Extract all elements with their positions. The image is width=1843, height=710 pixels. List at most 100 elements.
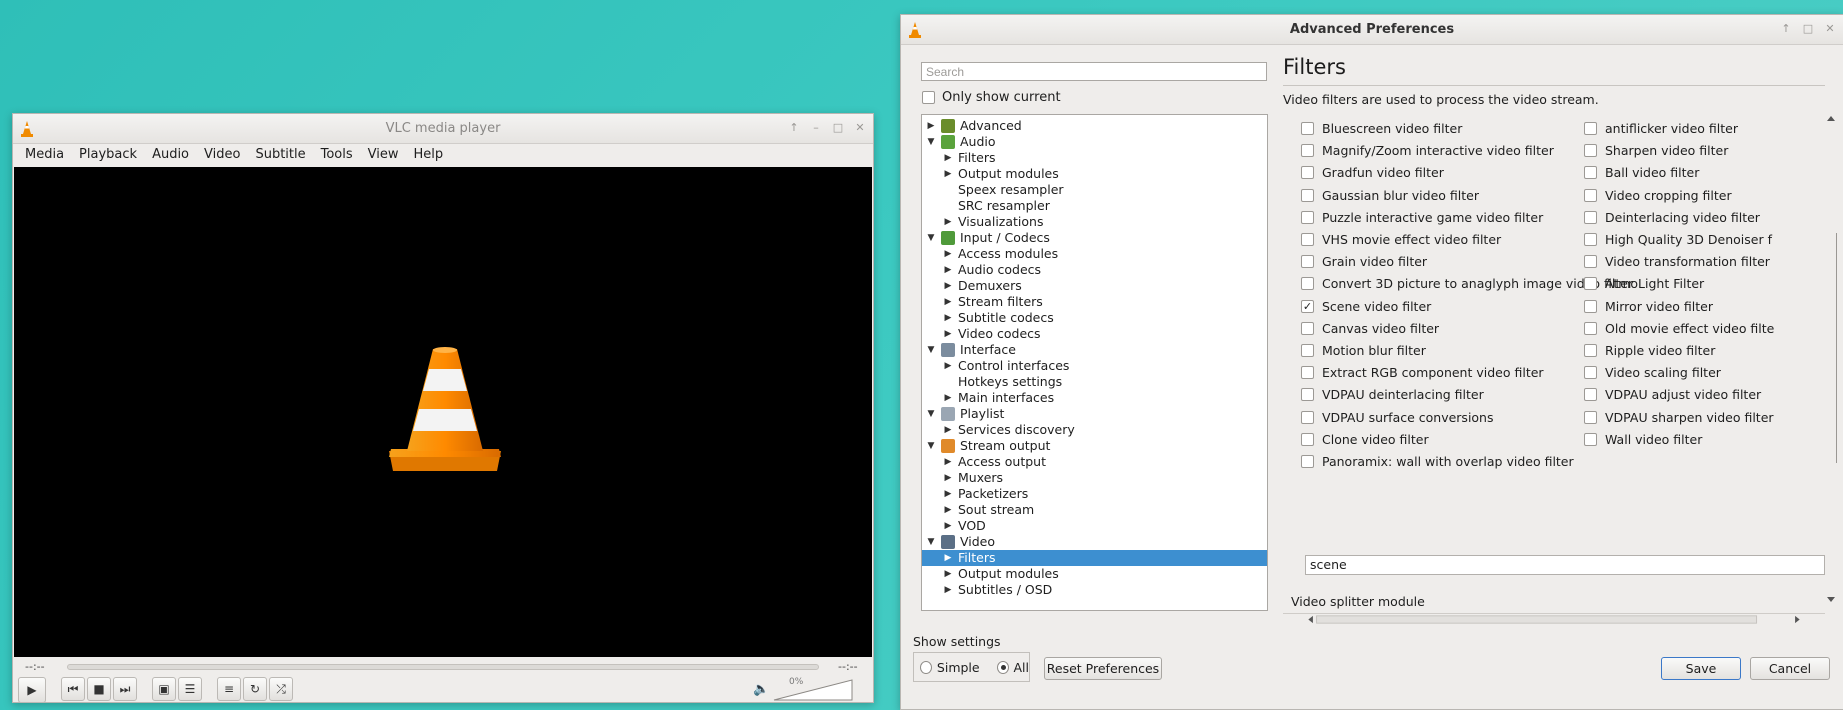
checkbox[interactable] [1584,410,1597,424]
expanded-arrow-icon[interactable]: ▼ [926,438,936,454]
checkbox[interactable] [1301,432,1314,446]
tree-item[interactable]: ▶ Services discovery [922,422,1267,438]
seek-slider[interactable] [67,664,819,670]
extended-settings-button[interactable]: ☰ [178,677,202,701]
preferences-tree[interactable]: ▶ Advanced ▼ Audio ▶ Filters ▶ Output modules Sp… [921,114,1268,611]
keep-above-icon[interactable]: ↑ [1779,22,1793,36]
keep-above-icon[interactable]: ↑ [787,121,801,135]
checkbox[interactable] [1584,277,1597,291]
filter-checkbox-row[interactable]: Canvas video filter [1301,321,1439,336]
filter-checkbox-row[interactable]: antiflicker video filter [1584,121,1738,136]
filter-checkbox-row[interactable]: Ripple video filter [1584,343,1715,358]
loop-button[interactable]: ↻ [243,677,267,701]
checkbox[interactable] [1301,255,1314,269]
all-radio[interactable] [996,660,1009,674]
save-button[interactable]: Save [1661,657,1741,680]
filter-checkbox-row[interactable]: VDPAU sharpen video filter [1584,410,1774,425]
tree-item[interactable]: ▶ VOD [922,518,1267,534]
collapsed-arrow-icon[interactable]: ▶ [943,454,953,470]
expanded-arrow-icon[interactable]: ▼ [926,230,936,246]
tree-item[interactable]: ▶ Stream filters [922,294,1267,310]
tree-item[interactable]: ▶ Access modules [922,246,1267,262]
collapsed-arrow-icon[interactable]: ▶ [943,294,953,310]
collapsed-arrow-icon[interactable]: ▶ [943,486,953,502]
maximize-icon[interactable]: □ [1801,22,1815,36]
next-button[interactable]: ⏭ [113,677,137,701]
checkbox[interactable] [1584,233,1597,246]
search-input[interactable] [921,62,1267,81]
checkbox[interactable] [1301,366,1314,380]
stop-button[interactable]: ■ [87,677,111,701]
checkbox[interactable] [1301,277,1314,291]
checkbox[interactable] [1584,188,1597,202]
checkbox[interactable] [1584,321,1597,335]
filter-checkbox-row[interactable]: Clone video filter [1301,432,1429,447]
checkbox[interactable] [1301,233,1314,246]
filter-checkbox-row[interactable]: Bluescreen video filter [1301,121,1462,136]
tree-item[interactable]: ▼ Video [922,534,1267,550]
filter-checkbox-row[interactable]: Video cropping filter [1584,188,1732,203]
video-area[interactable] [14,167,872,657]
shuffle-button[interactable]: ⤮ [269,677,293,701]
collapsed-arrow-icon[interactable]: ▶ [943,246,953,262]
filter-checkbox-row[interactable]: Magnify/Zoom interactive video filter [1301,143,1554,158]
play-button[interactable]: ▶ [18,677,46,703]
tree-item[interactable]: ▶ Visualizations [922,214,1267,230]
filter-checkbox-row[interactable]: High Quality 3D Denoiser f [1584,232,1772,247]
collapsed-arrow-icon[interactable]: ▶ [943,518,953,534]
menu-view[interactable]: View [359,144,405,166]
expanded-arrow-icon[interactable]: ▼ [926,134,936,150]
filter-checkbox-row[interactable]: VHS movie effect video filter [1301,232,1501,247]
expanded-arrow-icon[interactable]: ▼ [926,406,936,422]
tree-item[interactable]: Speex resampler [922,182,1267,198]
menu-audio[interactable]: Audio [143,144,195,166]
checkbox[interactable] [1584,122,1597,135]
tree-item[interactable]: ▶ Video codecs [922,326,1267,342]
checkbox[interactable] [922,91,935,104]
filter-checkbox-row[interactable]: VDPAU surface conversions [1301,410,1494,425]
checkbox[interactable] [1584,210,1597,224]
collapsed-arrow-icon[interactable]: ▶ [943,326,953,342]
reset-preferences-button[interactable]: Reset Preferences [1044,657,1162,680]
filter-checkbox-row[interactable]: AtmoLight Filter [1584,276,1704,291]
tree-item[interactable]: ▼ Playlist [922,406,1267,422]
checkbox[interactable] [1584,344,1597,357]
vlc-titlebar[interactable]: VLC media player ↑ – □ ✕ [13,114,873,144]
checkbox[interactable] [1584,366,1597,380]
collapsed-arrow-icon[interactable]: ▶ [943,150,953,166]
prefs-titlebar[interactable]: Advanced Preferences ↑ □ ✕ [901,15,1843,45]
tree-item[interactable]: ▼ Stream output [922,438,1267,454]
tree-item[interactable]: ▶ Main interfaces [922,390,1267,406]
checkbox[interactable] [1301,188,1314,202]
tree-item[interactable]: ▶ Sout stream [922,502,1267,518]
menu-video[interactable]: Video [195,144,246,166]
horizontal-scrollbar[interactable] [1283,613,1825,625]
tree-item[interactable]: ▶ Output modules [922,566,1267,582]
tree-item[interactable]: ▶ Output modules [922,166,1267,182]
menu-playback[interactable]: Playback [70,144,143,166]
tree-item[interactable]: ▶ Packetizers [922,486,1267,502]
tree-item[interactable]: ▶ Control interfaces [922,358,1267,374]
filter-checkbox-row[interactable]: Old movie effect video filte [1584,321,1774,336]
tree-item[interactable]: ▶ Subtitle codecs [922,310,1267,326]
collapsed-arrow-icon[interactable]: ▶ [943,310,953,326]
tree-item[interactable]: Hotkeys settings [922,374,1267,390]
checkbox[interactable] [1301,455,1314,468]
filter-checkbox-row[interactable]: Video transformation filter [1584,254,1770,269]
filter-checkbox-row[interactable]: Deinterlacing video filter [1584,210,1760,225]
checkbox[interactable] [1584,299,1597,313]
collapsed-arrow-icon[interactable]: ▶ [943,390,953,406]
collapsed-arrow-icon[interactable]: ▶ [943,566,953,582]
checkbox[interactable] [1584,432,1597,446]
filter-checkbox-row[interactable]: Panoramix: wall with overlap video filte… [1301,454,1574,469]
only-show-current-checkbox[interactable]: Only show current [922,90,1061,105]
checkbox[interactable] [1301,210,1314,224]
speaker-icon[interactable]: 🔈 [753,682,769,697]
checkbox[interactable] [1301,321,1314,335]
checkbox[interactable] [1301,410,1314,424]
tree-item[interactable]: ▶ Filters [922,150,1267,166]
checkbox[interactable] [1584,144,1597,158]
tree-item[interactable]: ▼ Interface [922,342,1267,358]
tree-item[interactable]: SRC resampler [922,198,1267,214]
simple-radio[interactable] [920,660,932,674]
